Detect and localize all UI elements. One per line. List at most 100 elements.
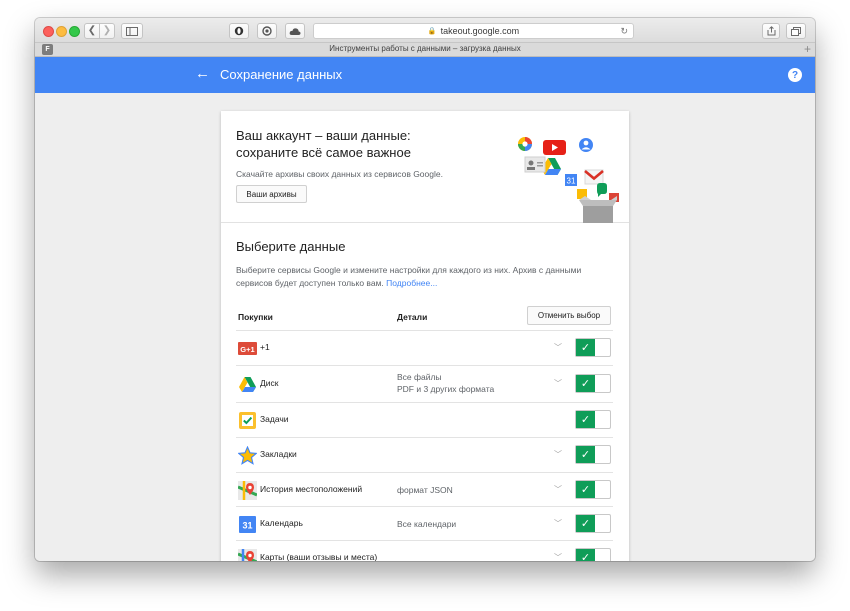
your-archives-button[interactable]: Ваши архивы (236, 185, 307, 203)
share-button[interactable] (762, 23, 780, 39)
new-tab-button[interactable]: + (804, 42, 811, 56)
service-row: Задачи ✓ (236, 402, 613, 437)
archive-box-icon (579, 196, 617, 223)
service-name: Задачи (260, 414, 289, 424)
service-row: Карты (ваши отзывы и места) ﹀ ✓ (236, 540, 613, 561)
service-toggle[interactable]: ✓ (575, 374, 611, 393)
sidebar-toggle-button[interactable] (121, 23, 143, 39)
select-data-description: Выберите сервисы Google и измените настр… (236, 264, 606, 289)
help-icon[interactable]: ? (788, 68, 802, 82)
service-toggle[interactable]: ✓ (575, 445, 611, 464)
browser-window: ❮ ❯ 🔒 takeout.google.com ↻ F Инструменты… (35, 18, 815, 561)
show-tabs-button[interactable] (786, 23, 806, 39)
app-header: ← Сохранение данных ? (35, 57, 815, 93)
hero-subtitle: Скачайте архивы своих данных из сервисов… (236, 169, 443, 179)
id-card-icon (524, 156, 546, 173)
youtube-icon (543, 140, 566, 155)
service-row: G+1 +1 ﹀ ✓ (236, 330, 613, 365)
gplus-icon-label: G+1 (240, 345, 254, 354)
service-toggle[interactable]: ✓ (575, 480, 611, 499)
service-row: Диск Все файлы PDF и 3 других формата ﹀ … (236, 365, 613, 402)
service-name: +1 (260, 342, 270, 352)
hero-section: Ваш аккаунт – ваши данные: сохраните всё… (221, 111, 629, 223)
main-content: Ваш аккаунт – ваши данные: сохраните всё… (35, 93, 815, 561)
service-toggle[interactable]: ✓ (575, 548, 611, 561)
calendar-icon-label: 31 (242, 521, 252, 531)
lock-icon: 🔒 (427, 28, 437, 35)
gmail-icon (584, 169, 604, 185)
detail-line: PDF и 3 других формата (397, 384, 495, 394)
column-header-products: Покупки (238, 312, 273, 322)
photos-pinwheel-icon (518, 137, 532, 151)
check-icon: ✓ (576, 515, 595, 532)
back-button[interactable]: ❮ (84, 23, 100, 39)
url-text: takeout.google.com (440, 26, 520, 36)
extension-button[interactable] (229, 23, 249, 39)
expand-chevron-icon[interactable]: ﹀ (554, 518, 562, 529)
takeout-card: Ваш аккаунт – ваши данные: сохраните всё… (221, 111, 629, 561)
opera-icon (234, 26, 244, 36)
sidebar-icon (126, 26, 138, 36)
zoom-window-button[interactable] (69, 26, 80, 37)
service-name: Диск (260, 378, 279, 388)
tasks-icon (239, 412, 256, 429)
service-name: Закладки (260, 449, 297, 459)
services-list: G+1 +1 ﹀ ✓ Диск Все файлы PDF и 3 других… (236, 330, 613, 561)
detail-line: Все файлы (397, 372, 442, 382)
hero-title: Ваш аккаунт – ваши данные: сохраните всё… (236, 127, 496, 161)
service-row: Закладки ﹀ ✓ (236, 437, 613, 472)
extension-ring-icon (262, 26, 272, 36)
address-bar[interactable]: 🔒 takeout.google.com ↻ (313, 23, 634, 39)
extension-button[interactable] (285, 23, 305, 39)
deselect-all-button[interactable]: Отменить выбор (527, 306, 611, 325)
expand-chevron-icon[interactable]: ﹀ (554, 449, 562, 460)
hero-title-line: Ваш аккаунт – ваши данные: (236, 128, 411, 143)
check-icon: ✓ (576, 446, 595, 463)
back-arrow-icon[interactable]: ← (195, 65, 210, 82)
extension-button[interactable] (257, 23, 277, 39)
select-data-title: Выберите данные (236, 239, 346, 254)
check-icon: ✓ (576, 339, 595, 356)
maps-icon (238, 549, 257, 561)
contacts-icon (579, 138, 593, 152)
tabs-icon (791, 26, 801, 36)
drive-icon (239, 377, 256, 392)
expand-chevron-icon[interactable]: ﹀ (554, 484, 562, 495)
browser-toolbar: ❮ ❯ 🔒 takeout.google.com ↻ (35, 18, 815, 43)
bookmarks-star-icon (238, 446, 257, 465)
service-detail: Все календари (397, 519, 457, 529)
service-name: Карты (ваши отзывы и места) (260, 552, 378, 561)
service-toggle[interactable]: ✓ (575, 338, 611, 357)
check-icon: ✓ (576, 481, 595, 498)
calendar-icon: 31 (565, 174, 577, 186)
forward-button[interactable]: ❯ (99, 23, 115, 39)
hero-title-line: сохраните всё самое важное (236, 145, 411, 160)
service-name: История местоположений (260, 484, 363, 494)
page-title: Сохранение данных (220, 67, 343, 82)
chevron-left-icon: ❮ (87, 25, 97, 36)
expand-chevron-icon[interactable]: ﹀ (554, 342, 562, 353)
tab-title[interactable]: Инструменты работы с данными – загрузка … (35, 44, 815, 53)
reload-icon[interactable]: ↻ (620, 26, 628, 37)
expand-chevron-icon[interactable]: ﹀ (554, 378, 562, 389)
service-row: История местоположений формат JSON ﹀ ✓ (236, 472, 613, 506)
location-history-icon (238, 481, 257, 500)
learn-more-link[interactable]: Подробнее... (386, 278, 437, 288)
check-icon: ✓ (576, 375, 595, 392)
services-illustration: 31 (518, 137, 619, 223)
service-toggle[interactable]: ✓ (575, 410, 611, 429)
service-row: 31 Календарь Все календари ﹀ ✓ (236, 506, 613, 540)
expand-chevron-icon[interactable]: ﹀ (554, 552, 562, 561)
calendar-icon: 31 (239, 516, 256, 533)
share-icon (767, 26, 775, 36)
chevron-right-icon: ❯ (102, 25, 112, 36)
minimize-window-button[interactable] (56, 26, 67, 37)
service-toggle[interactable]: ✓ (575, 514, 611, 533)
google-plus-icon: G+1 (238, 342, 257, 355)
cloud-icon (289, 27, 301, 35)
check-icon: ✓ (576, 549, 595, 561)
service-name: Календарь (260, 518, 303, 528)
close-window-button[interactable] (43, 26, 54, 37)
tab-bar: F Инструменты работы с данными – загрузк… (35, 42, 815, 57)
calendar-icon-text: 31 (567, 177, 576, 186)
